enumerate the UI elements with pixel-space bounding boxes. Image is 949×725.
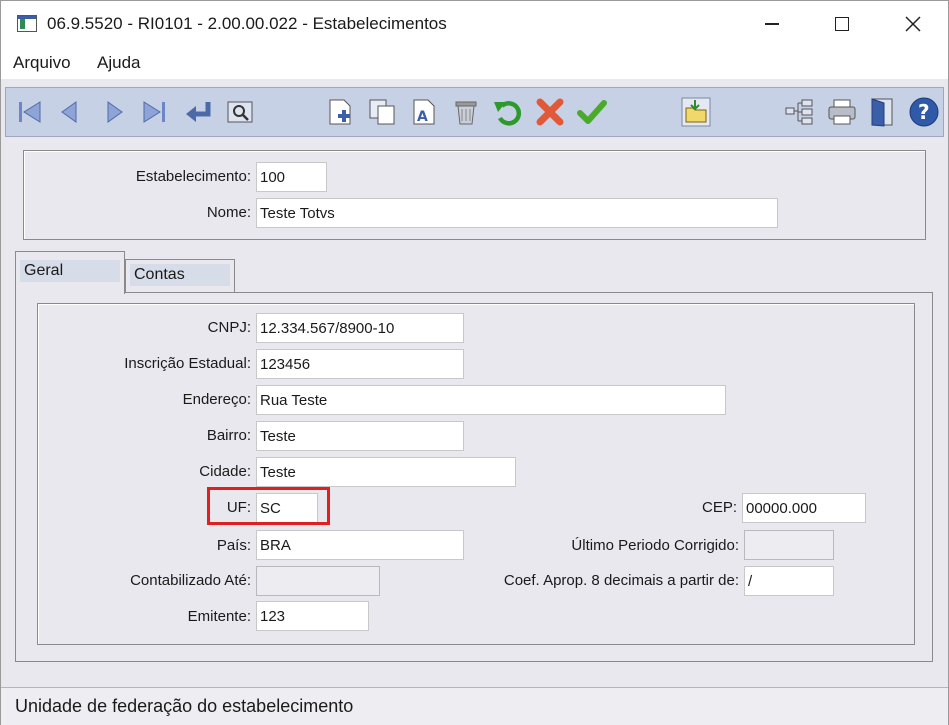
window-title: 06.9.5520 - RI0101 - 2.00.00.022 - Estab… bbox=[47, 14, 447, 33]
help-icon: ? bbox=[909, 97, 939, 127]
coef-aprop-field[interactable]: / bbox=[744, 566, 834, 596]
cancel-icon bbox=[536, 98, 564, 126]
maximize-button[interactable] bbox=[807, 1, 877, 47]
cidade-field[interactable]: Teste bbox=[256, 457, 516, 487]
cep-field[interactable]: 00000.000 bbox=[742, 493, 866, 523]
first-record-button[interactable] bbox=[12, 94, 48, 130]
uf-highlight-box bbox=[207, 487, 330, 525]
new-record-button[interactable] bbox=[322, 94, 358, 130]
last-record-button[interactable] bbox=[136, 94, 172, 130]
minimize-icon bbox=[765, 23, 779, 25]
tab-contas[interactable]: Contas bbox=[125, 259, 235, 293]
endereco-label: Endereço: bbox=[182, 391, 251, 408]
emitente-field[interactable]: 123 bbox=[256, 601, 369, 631]
edit-record-button[interactable]: A bbox=[406, 94, 442, 130]
nome-label: Nome: bbox=[206, 204, 251, 221]
exit-button[interactable] bbox=[864, 94, 900, 130]
undo-icon bbox=[494, 101, 522, 126]
cnpj-field[interactable]: 12.334.567/8900-10 bbox=[256, 313, 464, 343]
menu-bar: Arquivo Ajuda bbox=[1, 47, 948, 79]
pais-label: País: bbox=[216, 537, 251, 554]
nome-field[interactable]: Teste Totvs bbox=[256, 198, 778, 228]
new-icon bbox=[329, 99, 351, 125]
folder-icon bbox=[681, 97, 711, 127]
copy-icon bbox=[369, 99, 395, 125]
maximize-icon bbox=[835, 17, 849, 31]
help-button[interactable]: ? bbox=[906, 94, 942, 130]
copy-record-button[interactable] bbox=[364, 94, 400, 130]
tab-geral[interactable]: Geral bbox=[15, 251, 125, 294]
pais-field[interactable]: BRA bbox=[256, 530, 464, 560]
toolbar: A ? bbox=[5, 87, 944, 137]
app-icon bbox=[17, 15, 37, 32]
goto-icon bbox=[186, 102, 211, 122]
search-button[interactable] bbox=[222, 94, 258, 130]
previous-record-button[interactable] bbox=[52, 94, 88, 130]
ie-label: Inscrição Estadual: bbox=[124, 355, 251, 372]
delete-icon bbox=[455, 101, 477, 125]
bairro-label: Bairro: bbox=[206, 427, 251, 444]
tree-button[interactable] bbox=[782, 94, 818, 130]
cancel-button[interactable] bbox=[532, 94, 568, 130]
close-icon bbox=[905, 16, 921, 32]
endereco-field[interactable]: Rua Teste bbox=[256, 385, 726, 415]
tab-contas-label: Contas bbox=[134, 266, 185, 283]
coef-aprop-label: Coef. Aprop. 8 decimais a partir de: bbox=[503, 572, 739, 589]
svg-text:?: ? bbox=[918, 100, 930, 124]
status-bar: Unidade de federação do estabelecimento bbox=[1, 687, 948, 725]
menu-ajuda[interactable]: Ajuda bbox=[97, 53, 140, 73]
exit-icon bbox=[871, 98, 893, 127]
goto-button[interactable] bbox=[180, 94, 216, 130]
print-button[interactable] bbox=[824, 94, 860, 130]
cep-label: CEP: bbox=[701, 499, 737, 516]
contabilizado-label: Contabilizado Até: bbox=[130, 572, 251, 589]
search-icon bbox=[227, 101, 253, 123]
contabilizado-field bbox=[256, 566, 380, 596]
next-icon bbox=[107, 101, 123, 123]
last-icon bbox=[143, 101, 165, 123]
undo-button[interactable] bbox=[490, 94, 526, 130]
next-record-button[interactable] bbox=[96, 94, 132, 130]
previous-icon bbox=[61, 101, 77, 123]
open-folder-button[interactable] bbox=[678, 94, 714, 130]
edit-icon: A bbox=[413, 99, 435, 125]
cnpj-label: CNPJ: bbox=[207, 319, 251, 336]
bairro-field[interactable]: Teste bbox=[256, 421, 464, 451]
minimize-button[interactable] bbox=[737, 1, 807, 47]
save-button[interactable] bbox=[574, 94, 610, 130]
status-text: Unidade de federação do estabelecimento bbox=[15, 696, 354, 716]
menu-arquivo[interactable]: Arquivo bbox=[13, 53, 71, 73]
delete-record-button[interactable] bbox=[448, 94, 484, 130]
ultimo-periodo-label: Último Periodo Corrigido: bbox=[571, 537, 739, 554]
first-icon bbox=[19, 101, 41, 123]
ultimo-periodo-field bbox=[744, 530, 834, 560]
emitente-label: Emitente: bbox=[187, 608, 251, 625]
tab-geral-label: Geral bbox=[24, 262, 64, 279]
title-bar: 06.9.5520 - RI0101 - 2.00.00.022 - Estab… bbox=[1, 1, 948, 47]
estabelecimento-field[interactable]: 100 bbox=[256, 162, 327, 192]
ie-field[interactable]: 123456 bbox=[256, 349, 464, 379]
cidade-label: Cidade: bbox=[199, 463, 251, 480]
tree-icon bbox=[785, 99, 813, 125]
save-icon bbox=[577, 100, 607, 124]
app-window: 06.9.5520 - RI0101 - 2.00.00.022 - Estab… bbox=[0, 0, 949, 725]
estabelecimento-label: Estabelecimento: bbox=[135, 168, 251, 185]
close-button[interactable] bbox=[878, 1, 948, 47]
print-icon bbox=[828, 99, 856, 125]
svg-text:A: A bbox=[417, 109, 428, 125]
